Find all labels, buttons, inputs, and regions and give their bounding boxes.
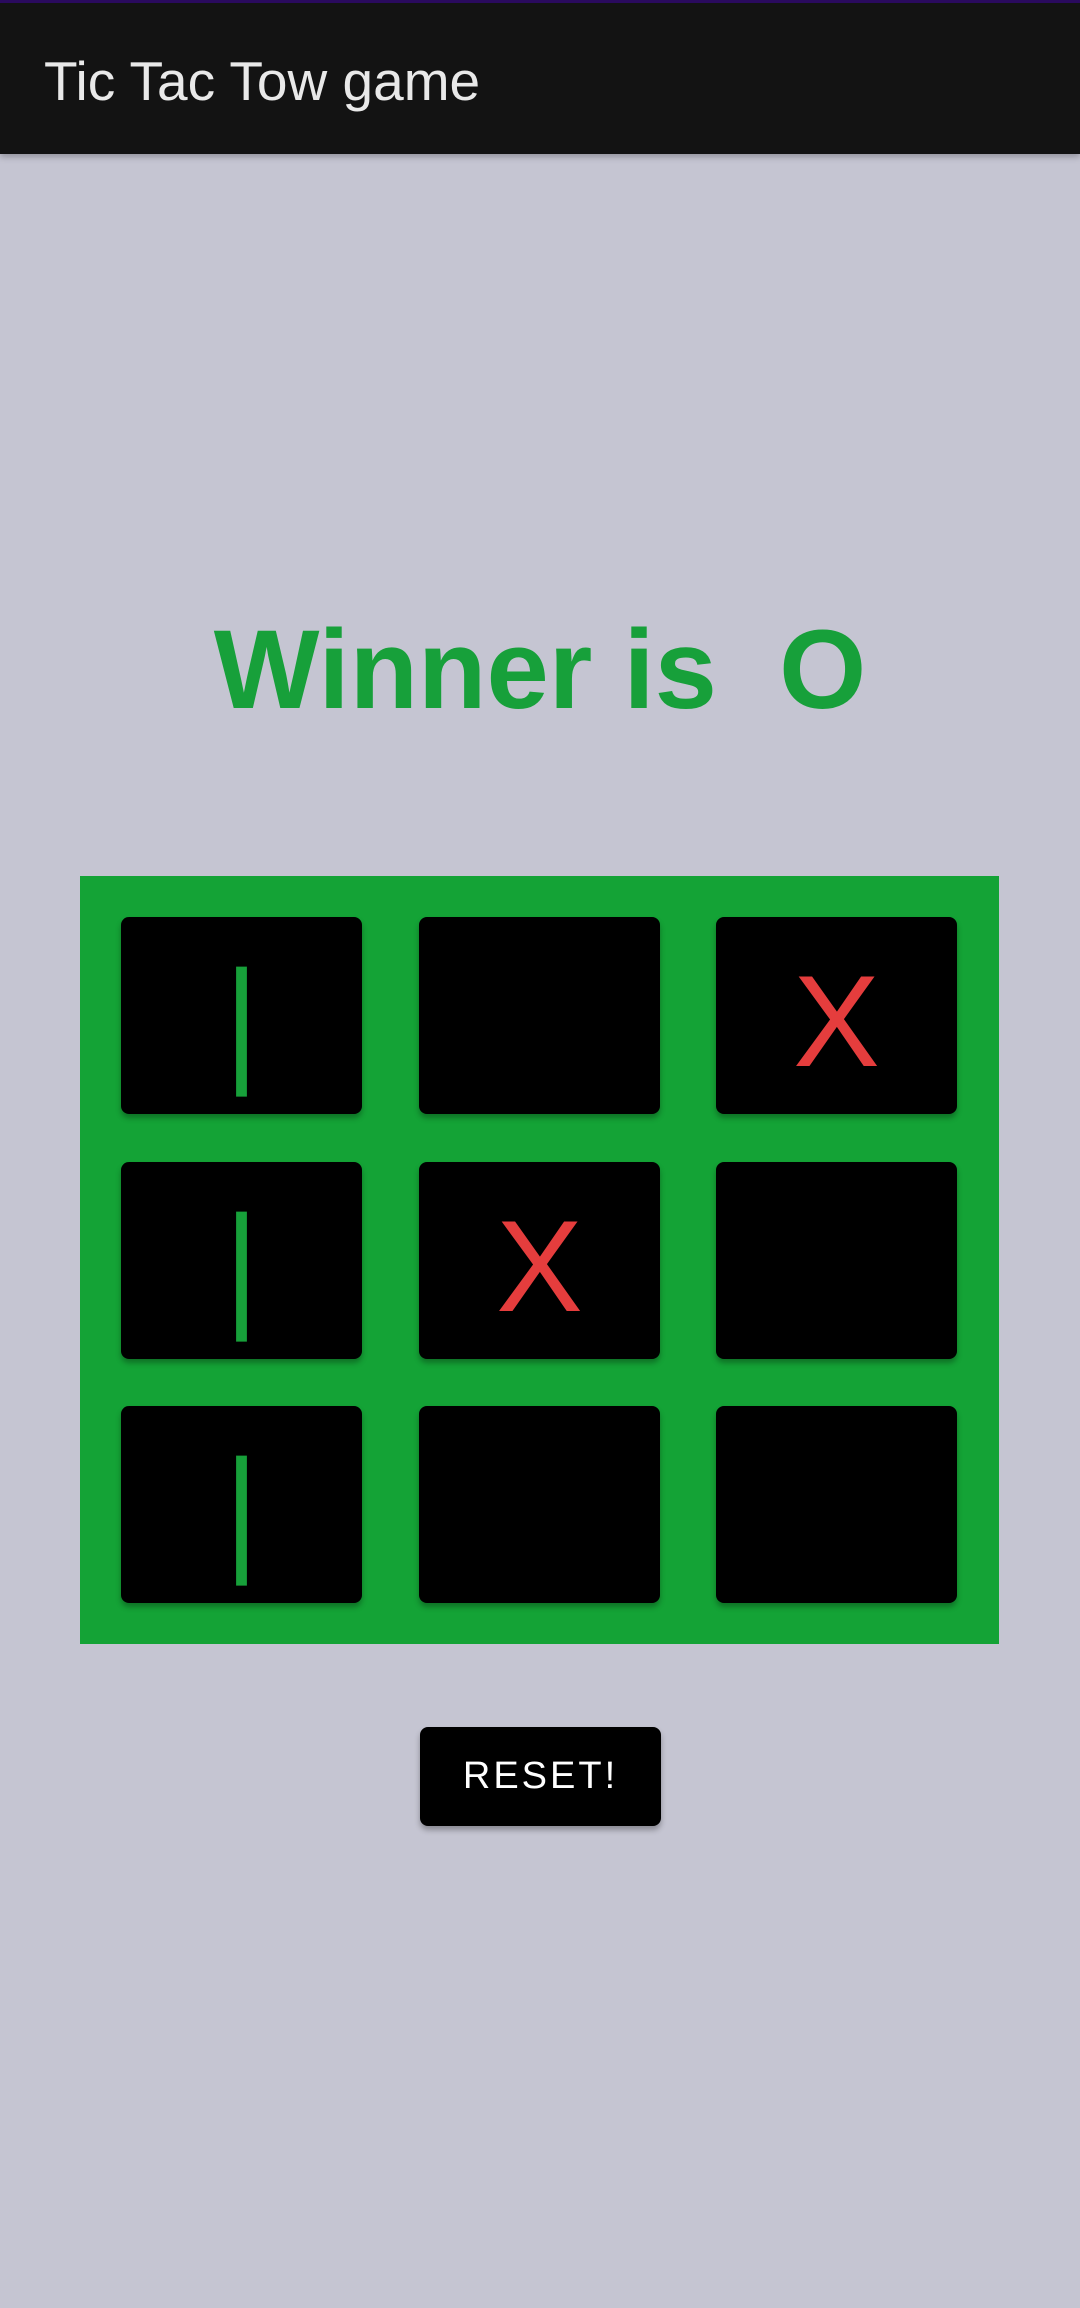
game-board: | X | X | [80,876,999,1644]
board-cell-4[interactable]: | [121,1162,362,1359]
board-cell-3[interactable]: X [716,917,957,1114]
cell-mark: X [496,1192,583,1339]
board-cell-7[interactable]: | [121,1406,362,1603]
reset-button[interactable]: RESET! [420,1727,661,1826]
board-cell-1[interactable]: | [121,917,362,1114]
board-cell-6[interactable] [716,1162,957,1359]
app-bar: Tic Tac Tow game [0,0,1080,154]
winner-status: Winner is O [213,607,867,732]
cell-mark: | [219,1433,264,1586]
app-title: Tic Tac Tow game [44,50,481,112]
cell-mark: X [793,947,880,1094]
board-cell-9[interactable] [716,1406,957,1603]
board-cell-8[interactable] [419,1406,660,1603]
cell-mark: | [219,1189,264,1342]
board-cell-5[interactable]: X [419,1162,660,1359]
board-cell-2[interactable] [419,917,660,1114]
cell-mark: | [219,944,264,1097]
